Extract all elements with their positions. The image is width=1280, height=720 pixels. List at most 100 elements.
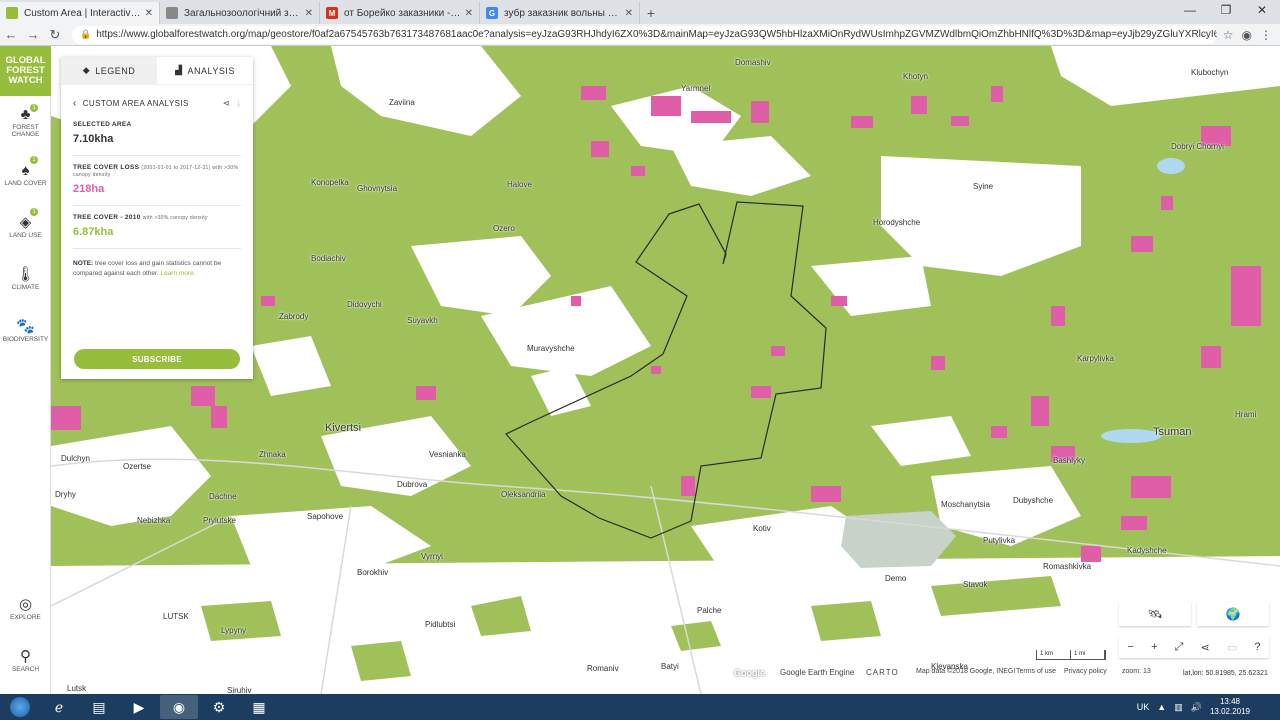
tab-analysis[interactable]: ▟ ANALYSIS	[157, 57, 253, 84]
forward-arrow-icon[interactable]: →	[22, 27, 44, 42]
windows-taskbar: ℯ ▤ ▶ ◉ ⚙ ▦ UK ▲ ▥ 🔊 13:48 13.02.2019	[0, 694, 1280, 720]
earth-engine-attribution[interactable]: Google Earth Engine	[780, 668, 854, 677]
url-field[interactable]: 🔒 https://www.globalforestwatch.org/map/…	[72, 25, 1217, 44]
place-label: Siruhiv	[227, 686, 252, 694]
rail-biodiversity[interactable]: 🐾 BIODIVERSITY	[0, 304, 51, 356]
rail-explore[interactable]: ◎ EXPLORE	[0, 582, 51, 634]
share-map-icon[interactable]: ⋖	[1201, 641, 1210, 654]
selected-area-value: 7.10kha	[73, 133, 114, 145]
map-data-attribution: Map data ©2018 Google, INEGI	[916, 668, 1016, 675]
start-button[interactable]	[0, 694, 40, 720]
coordinates-readout: lat,lon: 50.81985, 25.62321	[1180, 670, 1271, 677]
place-label: Oleksandriia	[501, 490, 546, 499]
close-window-icon[interactable]: ✕	[1244, 0, 1280, 22]
clock-time: 13:48	[1219, 697, 1240, 706]
minimize-icon[interactable]: —	[1172, 0, 1208, 22]
place-label: Karpylivka	[1077, 354, 1114, 363]
place-label: Bashlyky	[1053, 456, 1086, 465]
place-label: Dubyshche	[1013, 496, 1054, 505]
steam-taskbar-icon[interactable]: ⚙	[200, 695, 238, 719]
rail-search[interactable]: ⚲ SEARCH	[0, 634, 51, 686]
note-bold: NOTE:	[73, 260, 94, 267]
close-tab-icon[interactable]: ✕	[625, 8, 633, 19]
compass-icon: ◎	[18, 595, 33, 613]
tree-cover-loss-value: 218ha	[73, 183, 105, 195]
print-icon[interactable]: ▭	[1227, 641, 1237, 654]
clock[interactable]: 13:48 13.02.2019	[1210, 697, 1250, 717]
rail-climate[interactable]: 🌡 CLIMATE	[0, 252, 51, 304]
app-taskbar-icon[interactable]: ▦	[240, 695, 278, 719]
place-label: Romaniv	[587, 664, 619, 673]
tree-cover-loss-label: TREE COVER LOSS	[73, 164, 140, 171]
rail-land-use[interactable]: ◈ 1 LAND USE	[0, 200, 51, 252]
place-label: Nebizhka	[137, 516, 171, 525]
terms-link[interactable]: Terms of use	[1016, 668, 1056, 675]
browser-tab-0[interactable]: Custom Area | Interactive Map | Global F…	[0, 2, 160, 24]
place-label: Moschanytsia	[941, 500, 990, 509]
fullscreen-icon[interactable]: ⤢	[1175, 641, 1184, 654]
zoom-out-button[interactable]: −	[1128, 641, 1134, 653]
panel-title: CUSTOM AREA ANALYSIS	[82, 98, 189, 108]
place-label: Halove	[507, 180, 532, 189]
tray-arrow-icon[interactable]: ▲	[1157, 702, 1166, 712]
ie-taskbar-icon[interactable]: ℯ	[40, 695, 78, 719]
menu-dots-icon[interactable]: ⋮	[1260, 28, 1272, 42]
place-label: Demo	[885, 574, 907, 583]
place-label: Romashkivka	[1043, 562, 1092, 571]
profile-icon[interactable]: ◉	[1242, 28, 1252, 42]
network-icon[interactable]: ▥	[1174, 702, 1183, 713]
maximize-icon[interactable]: ❐	[1208, 0, 1244, 22]
place-label: Kadyshche	[1127, 546, 1167, 555]
privacy-link[interactable]: Privacy policy	[1064, 668, 1107, 675]
help-icon[interactable]: ?	[1254, 641, 1260, 653]
screen: Custom Area | Interactive Map | Global F…	[0, 0, 1280, 720]
carto-attribution[interactable]: CARTO	[866, 668, 899, 677]
zoom-in-button[interactable]: +	[1151, 641, 1157, 653]
place-label: Dubrova	[397, 480, 428, 489]
tree-cover-subtitle: with >30% canopy density	[142, 215, 208, 221]
biodiversity-icon: 🐾	[16, 317, 35, 335]
place-label: Konopelka	[311, 178, 349, 187]
close-tab-icon[interactable]: ✕	[145, 8, 153, 19]
new-tab-button[interactable]: +	[640, 2, 662, 24]
share-icon[interactable]: ⋖	[223, 98, 231, 109]
tree-cover-label: TREE COVER - 2010	[73, 214, 141, 221]
download-icon[interactable]: ⤓	[237, 98, 241, 109]
tab-label: ANALYSIS	[187, 65, 235, 76]
basemap-button[interactable]: 🌍	[1197, 602, 1269, 626]
place-label: Dryhy	[55, 490, 76, 499]
stats-note: NOTE: tree cover loss and gain statistic…	[73, 259, 241, 279]
layers-icon: ◆	[82, 65, 91, 75]
place-label: Horodyshche	[873, 218, 921, 227]
windows-logo-icon	[10, 697, 30, 717]
satellite-toggle-button[interactable]: 🛰	[1119, 602, 1191, 626]
tab-legend[interactable]: ◆ LEGEND	[61, 57, 157, 84]
learn-more-link[interactable]: Learn more.	[160, 270, 195, 277]
back-arrow-icon[interactable]: ←	[0, 27, 22, 42]
gfw-logo[interactable]: GLOBAL FOREST WATCH	[0, 46, 51, 96]
land-cover-icon: ♠	[21, 161, 30, 179]
place-label: Bodiachiv	[311, 254, 346, 263]
rail-land-cover[interactable]: ♠ 1 LAND COVER	[0, 148, 51, 200]
system-tray: UK ▲ ▥ 🔊 13:48 13.02.2019	[1137, 694, 1250, 720]
close-tab-icon[interactable]: ✕	[465, 8, 473, 19]
browser-tab-1[interactable]: Загальнозоологічний заказник ✕	[160, 2, 320, 24]
volume-icon[interactable]: 🔊	[1191, 702, 1202, 713]
reload-icon[interactable]: ↻	[44, 27, 66, 43]
explorer-taskbar-icon[interactable]: ▤	[80, 695, 118, 719]
back-chevron-icon[interactable]: ‹	[73, 98, 77, 109]
language-indicator[interactable]: UK	[1137, 702, 1150, 712]
panel-header: ‹ CUSTOM AREA ANALYSIS ⋖ ⤓	[61, 85, 253, 121]
place-label: Yarmnel	[681, 84, 711, 93]
place-label: Lutsk	[67, 684, 87, 693]
selected-area-section: SELECTED AREA 7.10kha	[73, 121, 241, 156]
close-tab-icon[interactable]: ✕	[305, 8, 313, 19]
rail-forest-change[interactable]: ♣ 1 FOREST CHANGE	[0, 96, 51, 148]
chrome-taskbar-icon[interactable]: ◉	[160, 695, 198, 719]
subscribe-button[interactable]: SUBSCRIBE	[74, 349, 240, 369]
browser-tab-2[interactable]: M от Борейко заказники - oleksandr ✕	[320, 2, 480, 24]
browser-tab-3[interactable]: G зубр заказник вольны - Поиск в Google …	[480, 2, 640, 24]
bookmark-star-icon[interactable]: ☆	[1223, 28, 1234, 42]
media-taskbar-icon[interactable]: ▶	[120, 695, 158, 719]
place-label: Ghovnytsia	[357, 184, 398, 193]
